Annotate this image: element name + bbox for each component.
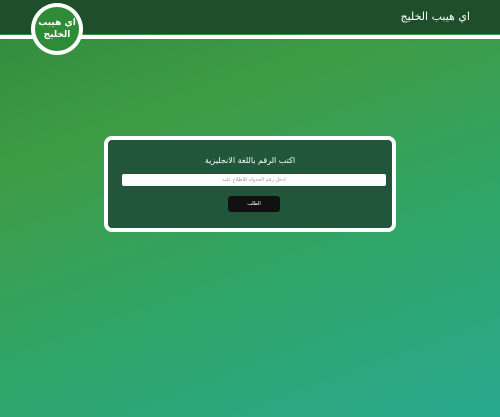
logo-badge: اي هيبب الخليج <box>35 7 79 51</box>
lookup-form-card: اكتب الرقم باللغة الانجليزية الطلب <box>104 136 396 232</box>
code-input[interactable] <box>122 174 386 186</box>
site-title[interactable]: اي هيبب الخليج <box>401 10 470 23</box>
form-title: اكتب الرقم باللغة الانجليزية <box>204 156 296 165</box>
submit-button[interactable]: الطلب <box>228 196 280 212</box>
logo-text-line-1: اي هيبب <box>38 18 76 28</box>
site-logo[interactable]: اي هيبب الخليج <box>31 3 83 55</box>
logo-text-line-2: الخليج <box>43 30 71 40</box>
